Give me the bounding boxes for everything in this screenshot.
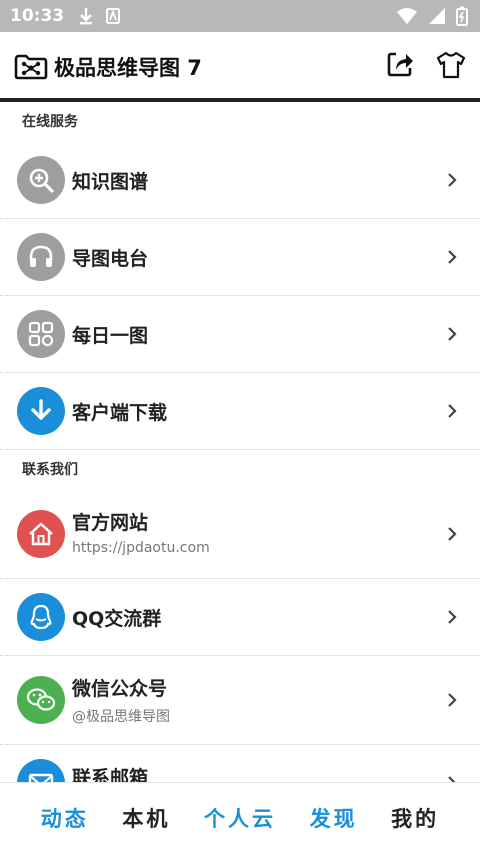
app-notification-icon: [106, 8, 121, 24]
home-icon: [17, 510, 65, 558]
list-item-label: 客户端下载: [72, 402, 168, 424]
tab-mine[interactable]: 我的: [391, 803, 439, 833]
tab-feed[interactable]: 动态: [41, 803, 89, 833]
chevron-right-icon: [448, 327, 457, 341]
status-bar: 10:33: [0, 0, 480, 32]
tab-discover[interactable]: 发现: [310, 803, 358, 833]
list-item-label: 知识图谱: [72, 171, 149, 193]
list-item-contact-email[interactable]: 联系邮箱: [0, 745, 480, 782]
wechat-icon: [17, 676, 65, 724]
magnifier-plus-icon: [17, 156, 65, 204]
list-item-label: 每日一图: [72, 325, 149, 347]
wechat-handle: @极品思维导图: [72, 709, 170, 725]
chevron-right-icon: [448, 404, 457, 418]
list-item-label: 导图电台: [72, 248, 149, 270]
page-title: 极品思维导图 7: [54, 56, 202, 80]
status-time: 10:33: [10, 6, 65, 26]
settings-list: 在线服务 知识图谱 导图电台 每日一图 客户端下载 联系我们 官方网站 http…: [0, 102, 480, 782]
share-icon[interactable]: [386, 50, 414, 78]
signal-icon: [429, 8, 445, 24]
headphones-icon: [17, 233, 65, 281]
bottom-nav: 动态 本机 个人云 发现 我的: [0, 782, 480, 852]
tab-personal-cloud[interactable]: 个人云: [204, 803, 276, 833]
tshirt-theme-icon[interactable]: [436, 50, 466, 80]
mindmap-folder-icon: [14, 54, 48, 80]
list-item-label: 微信公众号: [72, 678, 168, 700]
chevron-right-icon: [448, 776, 456, 782]
section-header-contact: 联系我们: [22, 462, 78, 478]
chevron-right-icon: [448, 250, 457, 264]
qq-penguin-icon: [17, 593, 65, 641]
download-arrow-icon: [17, 387, 65, 435]
grid-apps-icon: [17, 310, 65, 358]
list-item-mindmap-radio[interactable]: 导图电台: [0, 219, 480, 296]
list-item-daily-map[interactable]: 每日一图: [0, 296, 480, 373]
list-item-label: 官方网站: [72, 512, 149, 534]
battery-icon: [456, 6, 468, 26]
list-item-wechat-account[interactable]: 微信公众号 @极品思维导图: [0, 656, 480, 745]
download-notification-icon: [80, 8, 93, 25]
chevron-right-icon: [448, 527, 457, 541]
tab-local[interactable]: 本机: [122, 803, 170, 833]
chevron-right-icon: [448, 693, 457, 707]
wifi-icon: [397, 8, 417, 24]
list-item-label: 联系邮箱: [72, 767, 149, 782]
chevron-right-icon: [448, 610, 457, 624]
list-item-knowledge-graph[interactable]: 知识图谱: [0, 142, 480, 219]
list-item-official-website[interactable]: 官方网站 https://jpdaotu.com: [0, 490, 480, 579]
list-item-label: QQ交流群: [72, 608, 162, 630]
section-header-online: 在线服务: [22, 114, 78, 130]
website-url: https://jpdaotu.com: [72, 540, 210, 556]
app-bar: 极品思维导图 7: [0, 32, 480, 102]
mail-icon: [17, 759, 65, 782]
list-item-qq-group[interactable]: QQ交流群: [0, 579, 480, 656]
list-item-client-download[interactable]: 客户端下载: [0, 373, 480, 450]
chevron-right-icon: [448, 173, 457, 187]
